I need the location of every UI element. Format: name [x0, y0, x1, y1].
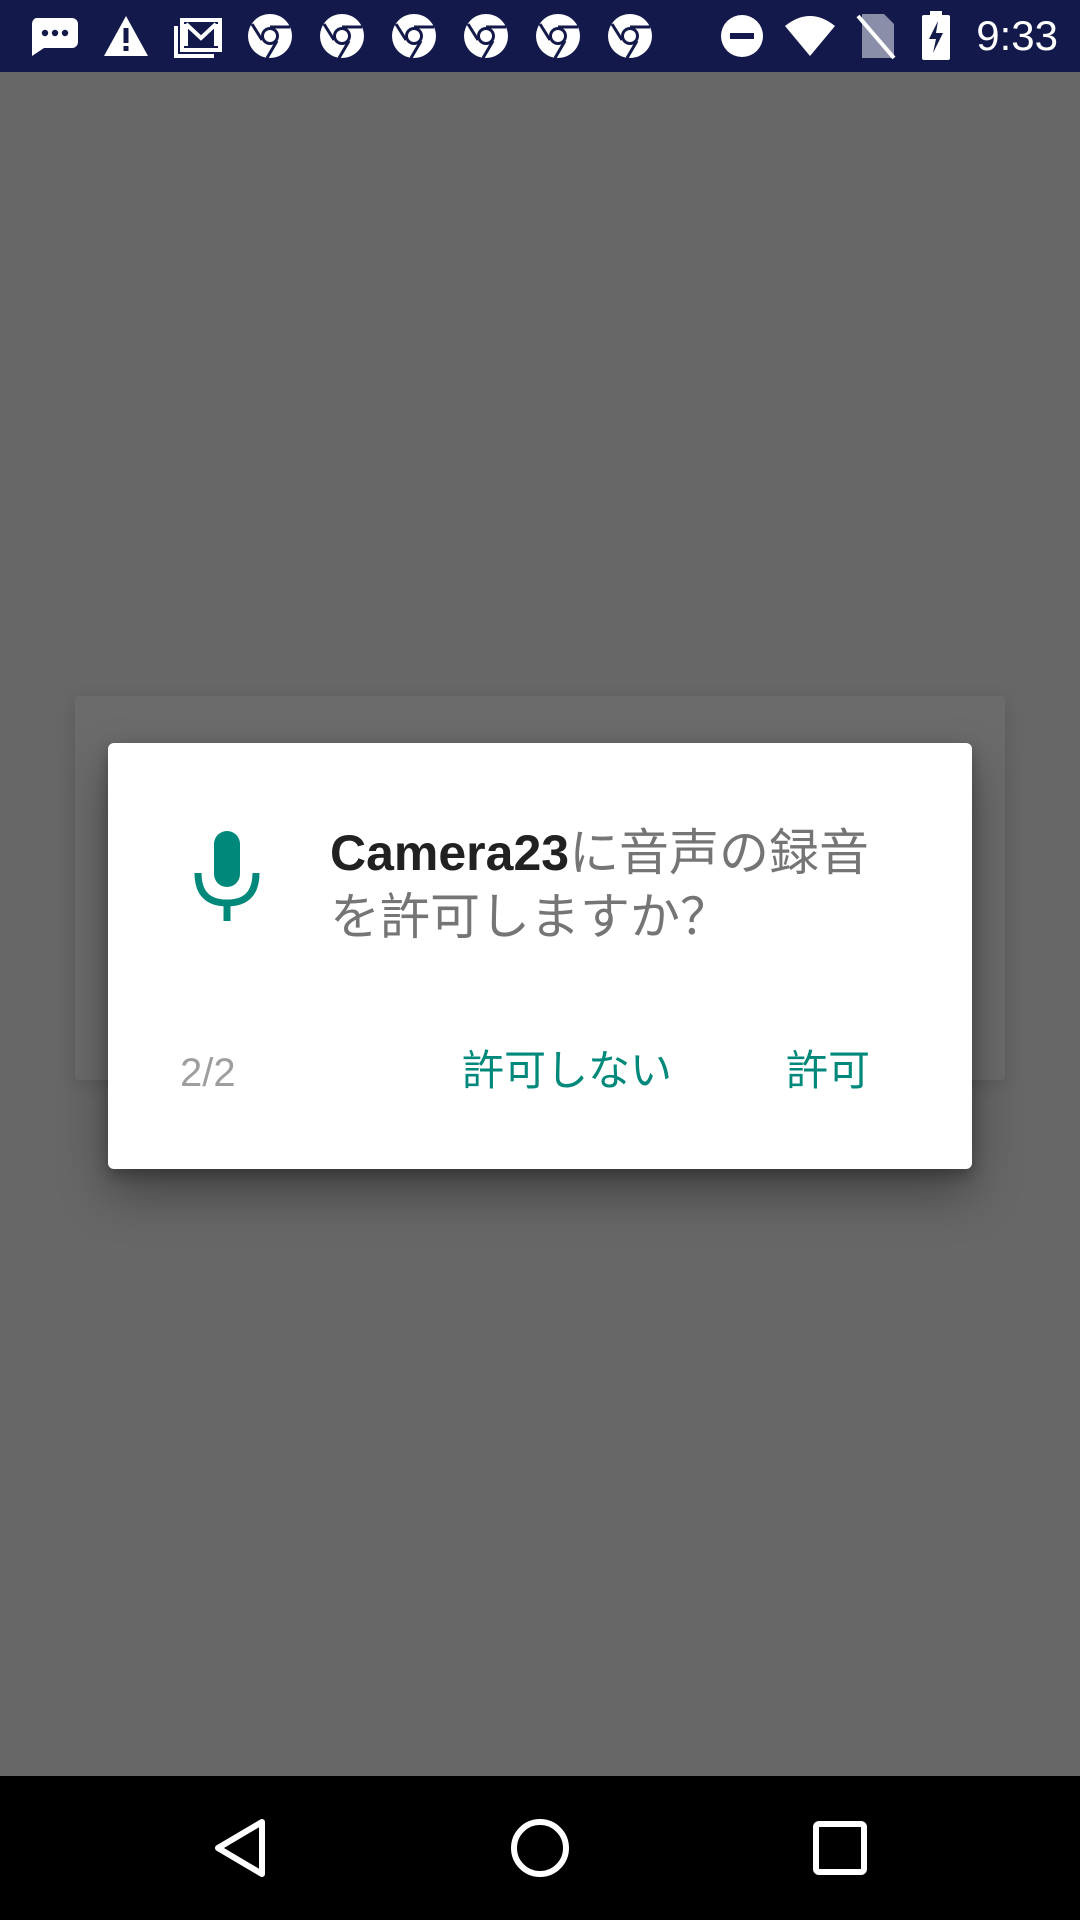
recents-icon[interactable]	[798, 1806, 882, 1890]
no-sim-icon	[848, 8, 904, 64]
back-icon[interactable]	[198, 1806, 282, 1890]
permission-counter: 2/2	[180, 1051, 236, 1095]
microphone-icon	[192, 831, 262, 921]
battery-charging-icon	[908, 8, 964, 64]
navigation-bar	[0, 1776, 1080, 1920]
clock: 9:33	[976, 12, 1058, 59]
permission-dialog: Camera23に音声の録音を許可しますか？ 2/2 許可しない 許可	[108, 743, 972, 1169]
do-not-disturb-icon	[714, 8, 770, 64]
home-icon[interactable]	[498, 1806, 582, 1890]
chrome-icon	[386, 8, 442, 64]
deny-button[interactable]: 許可しない	[462, 1043, 672, 1099]
chrome-icon	[314, 8, 370, 64]
chat-bubble-icon	[26, 8, 82, 64]
chrome-icon	[458, 8, 514, 64]
status-bar: 9:33	[0, 0, 1080, 72]
wifi-icon	[782, 8, 838, 64]
gmail-icon	[170, 8, 226, 64]
chrome-icon	[602, 8, 658, 64]
allow-button[interactable]: 許可	[786, 1043, 870, 1099]
screen: 9:33 Camera23に音声の録音を許可しますか？ 2/2 許可しない 許可	[0, 0, 1080, 1920]
chrome-icon	[530, 8, 586, 64]
chrome-icon	[242, 8, 298, 64]
warning-icon	[98, 8, 154, 64]
app-name: Camera23	[330, 825, 570, 881]
permission-message: Camera23に音声の録音を許可しますか？	[330, 821, 890, 949]
